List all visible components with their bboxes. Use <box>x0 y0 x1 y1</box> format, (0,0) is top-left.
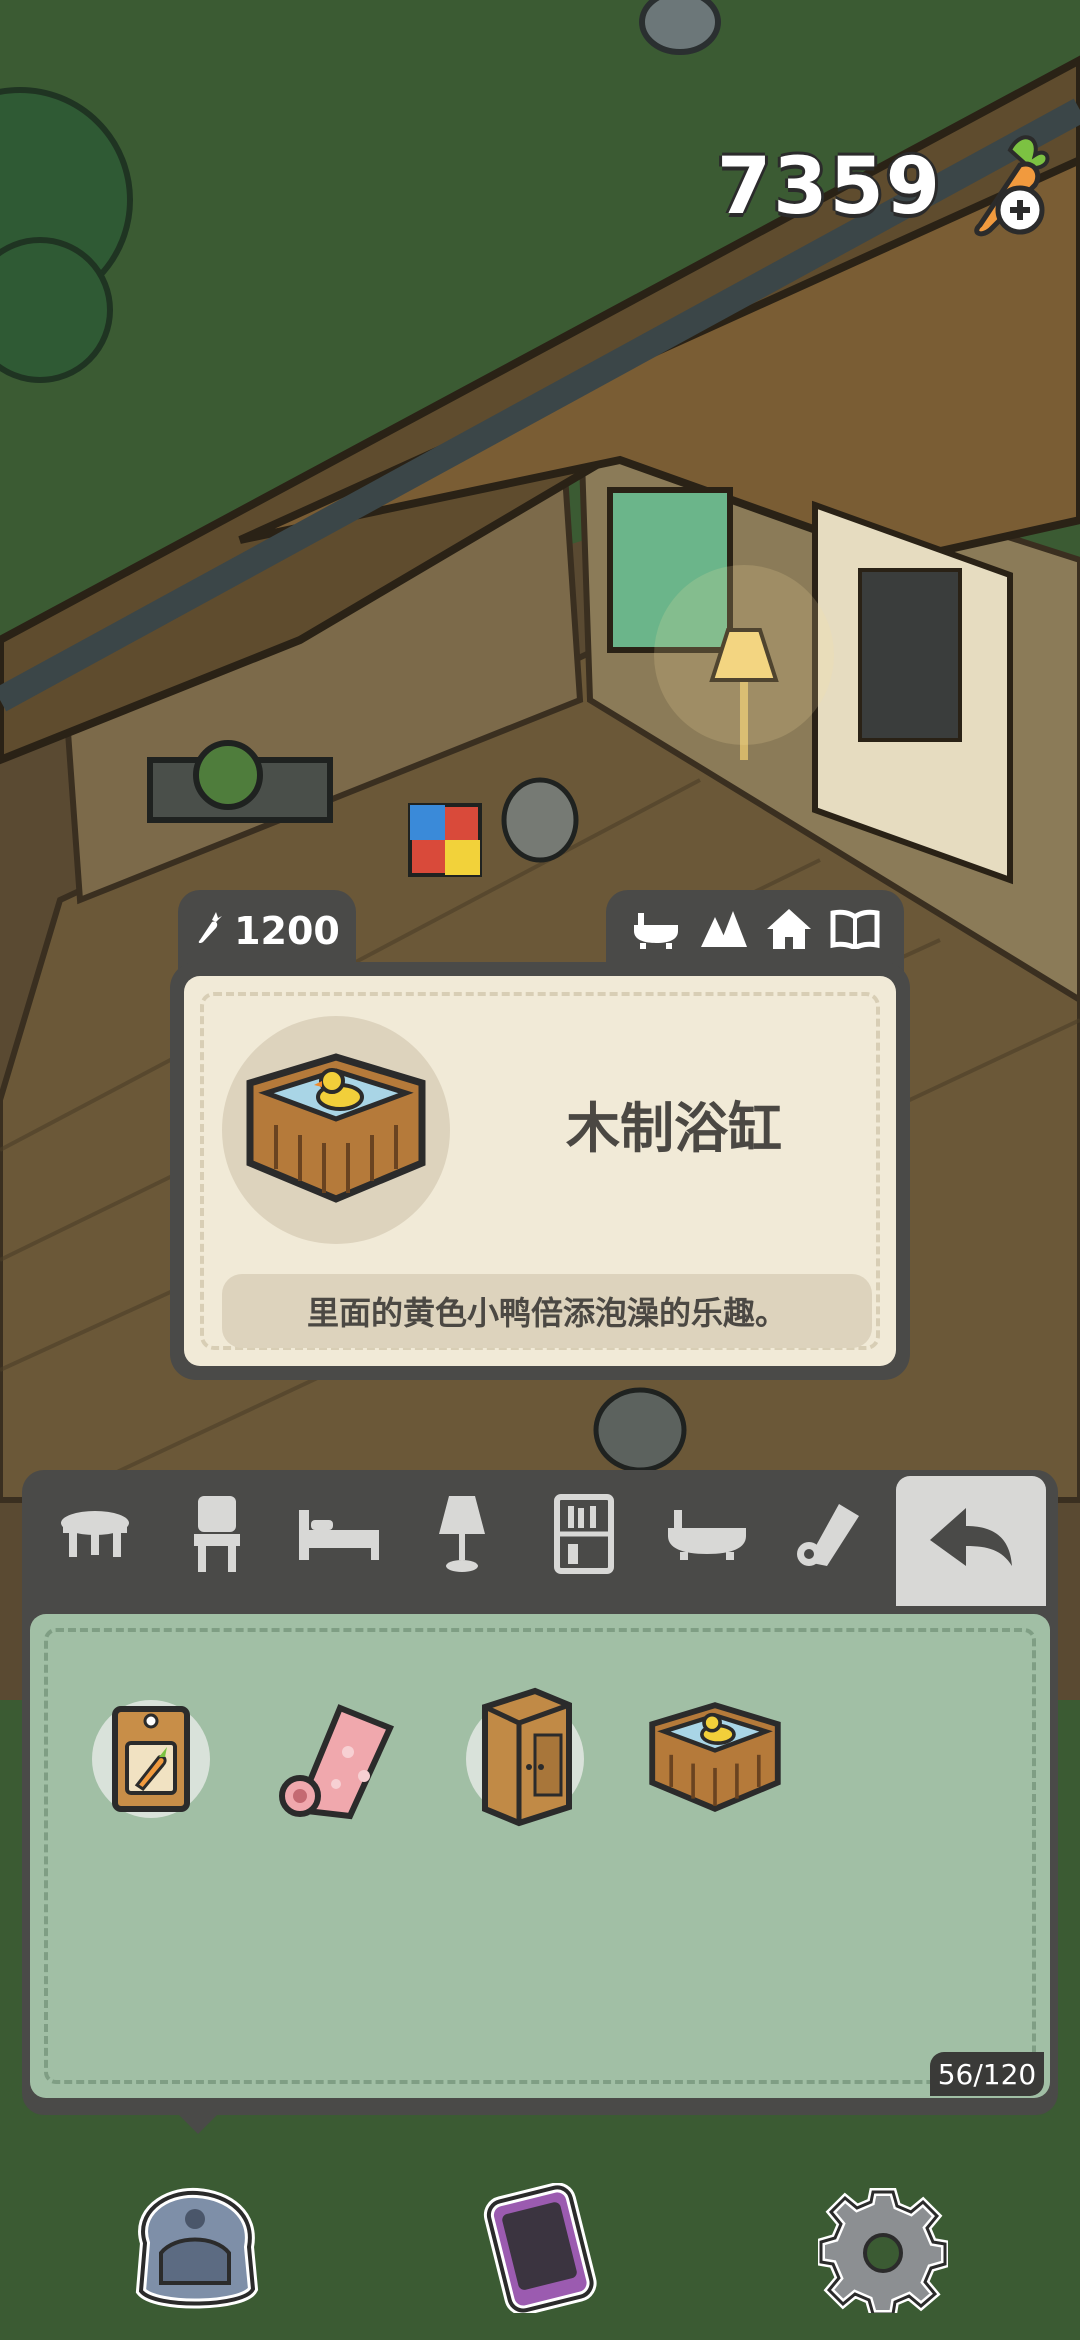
item-image <box>222 1016 450 1244</box>
phone-icon <box>470 2182 610 2317</box>
tab-bathroom[interactable] <box>657 1486 757 1586</box>
inventory-grid: 56/120 <box>30 1614 1050 2098</box>
tab-lamp[interactable] <box>412 1486 512 1586</box>
panel-pointer <box>172 2108 224 2134</box>
phone-button[interactable] <box>465 2180 615 2320</box>
rug-icon <box>795 1500 863 1572</box>
house-icon <box>766 909 811 953</box>
shelf-icon <box>554 1494 615 1578</box>
tab-chair[interactable] <box>167 1486 267 1586</box>
item-description: 里面的黄色小鸭倍添泡澡的乐趣。 <box>222 1274 872 1348</box>
tab-table[interactable] <box>45 1486 145 1586</box>
item-info-body: 木制浴缸 里面的黄色小鸭倍添泡澡的乐趣。 <box>184 976 896 1366</box>
settings-button[interactable] <box>808 2180 958 2320</box>
carrot-icon <box>194 909 223 953</box>
pink-rug-icon <box>270 1692 400 1826</box>
inventory-capacity: 56/120 <box>930 2052 1044 2096</box>
seed-packet-icon <box>101 1697 201 1821</box>
back-button[interactable] <box>896 1476 1046 1606</box>
outdoor-icon <box>701 911 748 951</box>
currency-display[interactable]: 7359 <box>717 130 1050 244</box>
category-tab-bar <box>22 1470 902 1602</box>
inventory-slot-2[interactable] <box>260 1684 410 1834</box>
inventory-slot-4[interactable] <box>640 1684 790 1834</box>
back-arrow-icon <box>926 1504 1016 1578</box>
backpack-icon <box>125 2183 265 2317</box>
item-price: 1200 <box>234 909 340 953</box>
item-name: 木制浴缸 <box>566 1097 782 1160</box>
tab-rug[interactable] <box>779 1486 879 1586</box>
inventory-slot-1[interactable] <box>76 1684 226 1834</box>
bed-icon <box>297 1506 383 1566</box>
tab-shelf[interactable] <box>534 1486 634 1586</box>
book-icon <box>830 909 880 953</box>
inventory-panel: 56/120 <box>22 1470 1058 2115</box>
lamp-icon <box>437 1494 487 1578</box>
chair-icon <box>192 1494 242 1578</box>
wooden-bathtub-icon <box>236 1043 436 1217</box>
bathtub-icon <box>666 1508 748 1564</box>
tab-bed[interactable] <box>290 1486 390 1586</box>
bathtub-icon <box>630 909 682 953</box>
item-category-tags <box>606 890 904 972</box>
rock-top <box>639 0 721 55</box>
inventory-slot-3[interactable] <box>450 1684 600 1834</box>
carrot-plus-icon[interactable] <box>960 130 1050 244</box>
wooden-bathtub-icon <box>642 1692 788 1826</box>
currency-value: 7359 <box>716 142 942 232</box>
settings-gear-icon <box>817 2183 949 2318</box>
item-info-card: 木制浴缸 里面的黄色小鸭倍添泡澡的乐趣。 <box>170 962 910 1380</box>
wardrobe-icon <box>475 1687 575 1831</box>
price-tab: 1200 <box>178 890 356 972</box>
backpack-button[interactable] <box>120 2180 270 2320</box>
table-icon <box>59 1509 131 1563</box>
